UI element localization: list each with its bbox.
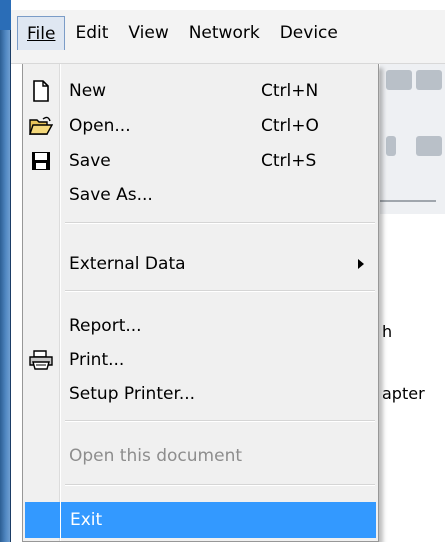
toolbar-background <box>380 64 445 214</box>
menu-separator <box>65 420 375 422</box>
menu-item-external-data[interactable]: External Data <box>25 247 376 281</box>
menu-item-new[interactable]: New Ctrl+N <box>25 74 376 108</box>
toolbar-panel-icon[interactable] <box>416 136 442 156</box>
menu-separator <box>65 222 375 224</box>
menu-item-label: Open this document <box>69 446 243 466</box>
menu-item-shortcut: Ctrl+N <box>261 81 319 101</box>
toolbar-network-icon[interactable] <box>386 70 412 90</box>
menu-item-label: Save <box>69 151 111 171</box>
file-menu-dropdown: New Ctrl+N Open... Ctrl+O Save Ctrl+S Sa… <box>22 64 379 542</box>
floppy-disk-icon <box>29 150 53 172</box>
menu-item-shortcut: Ctrl+O <box>261 116 319 136</box>
new-document-icon <box>29 80 53 102</box>
menu-item-exit[interactable]: Exit <box>25 502 376 538</box>
background-text-fragment: h <box>382 322 393 341</box>
menu-item-open[interactable]: Open... Ctrl+O <box>25 109 376 143</box>
menu-item-shortcut: Ctrl+S <box>261 151 317 171</box>
menu-item-label: Report... <box>69 316 142 336</box>
background-text-fragment-2: apter <box>382 384 425 403</box>
menu-item-label: Open... <box>69 116 131 136</box>
menu-item-label: Setup Printer... <box>69 384 196 404</box>
window-edge-top <box>0 0 11 30</box>
menu-item-save[interactable]: Save Ctrl+S <box>25 144 376 178</box>
menu-device[interactable]: Device <box>270 16 348 50</box>
menu-file[interactable]: File <box>17 16 66 50</box>
submenu-arrow-icon <box>358 259 364 269</box>
menu-item-open-this-document: Open this document <box>25 439 376 473</box>
window-left-edge <box>0 0 11 542</box>
menu-view[interactable]: View <box>118 16 178 50</box>
menu-item-label: External Data <box>69 254 186 274</box>
open-folder-icon <box>29 115 53 137</box>
toolbar-button-edge[interactable] <box>386 136 396 156</box>
menu-item-print[interactable]: Print... <box>25 343 376 377</box>
menu-item-report[interactable]: Report... <box>25 309 376 343</box>
menu-item-label: Print... <box>69 350 125 370</box>
toolbar-network-icon-2[interactable] <box>416 70 442 90</box>
menu-item-setup-printer[interactable]: Setup Printer... <box>25 377 376 411</box>
menu-item-label: Exit <box>70 510 103 530</box>
menu-separator <box>65 290 375 292</box>
toolbar-divider <box>380 200 436 202</box>
menu-item-label: Save As... <box>69 185 153 205</box>
menu-item-label: New <box>69 81 107 101</box>
menu-edit[interactable]: Edit <box>65 16 118 50</box>
menu-network[interactable]: Network <box>179 16 270 50</box>
menu-item-save-as[interactable]: Save As... <box>25 178 376 212</box>
menu-bar: File Edit View Network Device <box>11 10 445 64</box>
menu-separator <box>65 484 375 486</box>
printer-icon <box>29 349 53 371</box>
